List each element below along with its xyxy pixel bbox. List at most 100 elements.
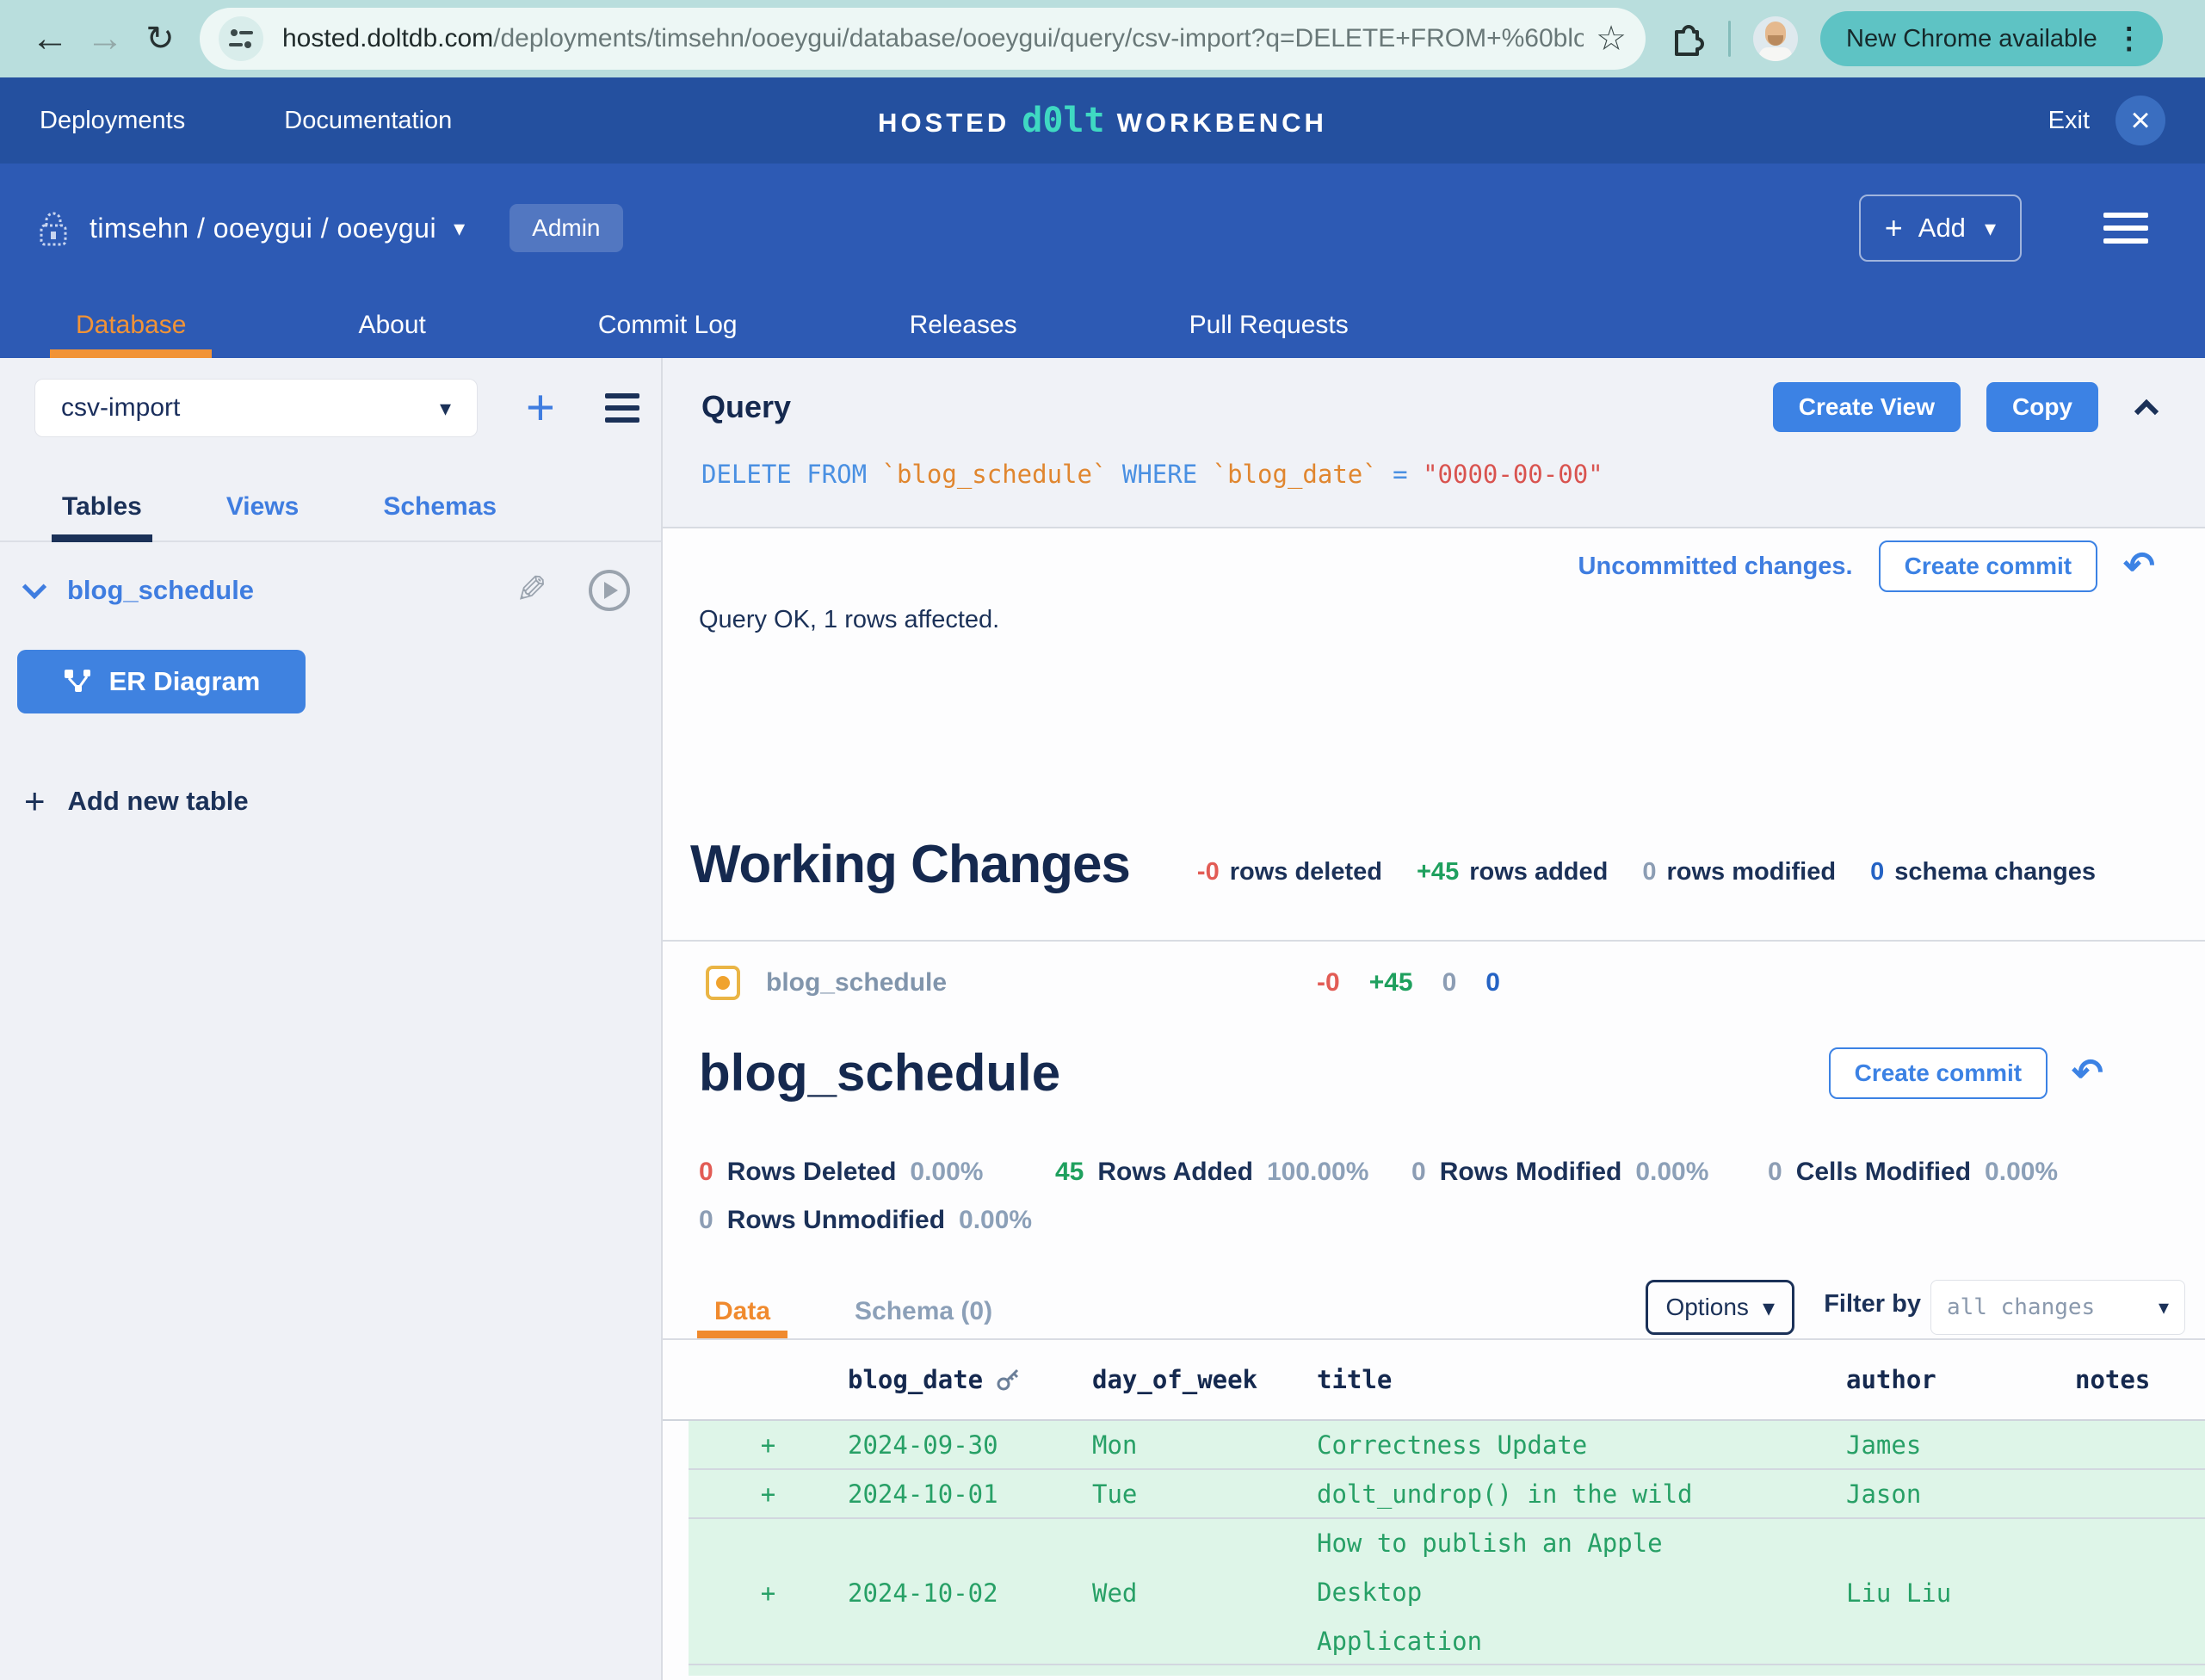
table-name-link[interactable]: blog_schedule [67,575,254,606]
plus-icon: + [24,781,46,822]
filter-by-label: Filter by [1824,1290,1921,1319]
stat-value: 45 [1055,1158,1084,1187]
stat-label: Rows Added [1097,1158,1253,1187]
profile-avatar[interactable] [1753,16,1798,61]
working-changes-stats: -0rows deleted +45rows added 0rows modif… [1197,858,2096,886]
close-button[interactable]: × [2115,96,2165,145]
stat-label: Rows Unmodified [727,1206,945,1235]
stat-pct: 0.00% [959,1206,1032,1235]
create-view-button[interactable]: Create View [1773,382,1961,432]
er-diagram-button[interactable]: ER Diagram [17,650,306,713]
url-bar[interactable]: hosted.doltdb.com/deployments/timsehn/oo… [200,8,1646,70]
add-new-table-button[interactable]: + Add new table [24,781,661,822]
rows-added-label: rows added [1469,858,1608,886]
bookmark-star-icon[interactable]: ☆ [1596,19,1627,59]
cell-blog-date: 2024-10-02 [848,1578,1092,1608]
add-caret-icon: ▾ [1985,215,1996,242]
hosted-dolt-workbench-logo: HOSTED d0lt WORKBENCH [878,101,1327,140]
stat-pct: 0.00% [910,1158,983,1187]
admin-badge: Admin [510,204,622,252]
breadcrumb-caret-icon[interactable]: ▾ [454,215,465,242]
stat-value: 0 [699,1206,713,1235]
row-added-marker: + [689,1430,848,1460]
diff-data-table: blog_date day_of_week title author notes… [689,1340,2205,1665]
table-row[interactable]: + 2024-09-30 Mon Correctness Update Jame… [689,1421,2205,1470]
sidebar-menu-icon[interactable] [605,393,639,423]
undo-icon[interactable]: ↶ [2072,1054,2103,1092]
row-added-marker: + [689,1578,848,1608]
chrome-menu-icon[interactable]: ⋮ [2115,22,2144,56]
chrome-update-button[interactable]: New Chrome available ⋮ [1820,11,2163,66]
forward-icon[interactable]: → [77,17,133,60]
tab-database[interactable]: Database [76,293,186,358]
options-button[interactable]: Options ▾ [1646,1280,1794,1335]
stat-pct: 100.00% [1267,1158,1368,1187]
create-commit-button-2[interactable]: Create commit [1829,1047,2048,1099]
browser-chrome: ← → ↻ hosted.doltdb.com/deployments/tims… [0,0,2205,77]
options-label: Options [1665,1294,1749,1321]
extensions-puzzle-icon[interactable] [1668,20,1706,58]
tab-tables[interactable]: Tables [62,492,142,522]
filter-caret-icon: ▾ [2159,1295,2169,1320]
row-modified-num: 0 [1442,968,1457,998]
nav-documentation-link[interactable]: Documentation [284,107,452,135]
stat-value: 0 [1768,1158,1782,1187]
cell-author: Liu Liu [1846,1578,2075,1608]
copy-button[interactable]: Copy [1986,382,2098,432]
commit-bar: Uncommitted changes. Create commit ↶ [663,528,2205,592]
tab-schema[interactable]: Schema (0) [855,1297,992,1326]
branch-select-value: csv-import [61,393,180,423]
tab-commit-log[interactable]: Commit Log [598,293,738,358]
branch-select[interactable]: csv-import ▾ [34,379,478,437]
back-icon[interactable]: ← [22,17,77,60]
filter-select[interactable]: all changes ▾ [1930,1280,2185,1335]
table-row[interactable]: + 2024-10-02 Wed How to publish an Apple… [689,1519,2205,1665]
run-play-icon[interactable] [589,570,630,611]
logo-dolt: d0lt [1022,101,1104,140]
chrome-divider [1728,21,1731,57]
sql-string: "0000-00-00" [1423,460,1603,489]
tab-schemas[interactable]: Schemas [383,492,497,522]
reload-icon[interactable]: ↻ [133,19,188,59]
logo-workbench: WORKBENCH [1117,108,1327,139]
stat-pct: 0.00% [1635,1158,1708,1187]
add-new-table-label: Add new table [68,786,249,817]
repo-tabs: Database About Commit Log Releases Pull … [0,293,2205,358]
edit-pencil-icon[interactable]: ✎ [516,568,547,612]
tab-data[interactable]: Data [714,1297,770,1326]
tab-about[interactable]: About [358,293,425,358]
stat-value: 0 [1411,1158,1426,1187]
url-host: hosted.doltdb.com [282,24,493,52]
cell-blog-date: 2024-09-30 [848,1430,1092,1460]
repo-menu-icon[interactable] [2103,213,2148,244]
create-commit-button[interactable]: Create commit [1879,540,2098,592]
add-button-label: Add [1918,213,1966,244]
add-button[interactable]: + Add ▾ [1859,195,2022,262]
row-added-num: +45 [1369,968,1413,998]
sql-query: DELETE FROM `blog_schedule` WHERE `blog_… [701,460,2160,489]
table-list-item[interactable]: blog_schedule ✎ [26,568,630,612]
working-changes-table-row[interactable]: blog_schedule -0 +45 0 0 [706,966,2205,1000]
cell-blog-date: 2024-10-01 [848,1479,1092,1509]
undo-icon[interactable]: ↶ [2123,547,2155,585]
rows-added-count: +45 [1417,858,1459,886]
query-title: Query [701,389,791,425]
diff-stats: 0Rows Deleted0.00% 45Rows Added100.00% 0… [699,1158,2205,1235]
site-settings-icon[interactable] [219,16,263,61]
chevron-down-icon[interactable] [22,574,46,598]
tab-views[interactable]: Views [226,492,300,522]
nav-deployments-link[interactable]: Deployments [40,107,185,135]
tab-releases[interactable]: Releases [910,293,1017,358]
exit-link[interactable]: Exit [2048,107,2090,135]
collapse-chevron-icon[interactable] [2134,399,2159,423]
table-row[interactable]: + 2024-10-01 Tue dolt_undrop() in the wi… [689,1470,2205,1519]
tab-pull-requests[interactable]: Pull Requests [1189,293,1349,358]
options-caret-icon: ▾ [1763,1294,1775,1322]
cell-day-of-week: Wed [1092,1578,1317,1608]
new-branch-button[interactable]: + [526,383,555,433]
breadcrumb[interactable]: timsehn / ooeygui / ooeygui [90,213,436,244]
working-table-name[interactable]: blog_schedule [766,968,1317,998]
cell-author: James [1846,1430,2075,1460]
branch-caret-icon: ▾ [440,395,451,422]
schema-change-num: 0 [1485,968,1500,998]
